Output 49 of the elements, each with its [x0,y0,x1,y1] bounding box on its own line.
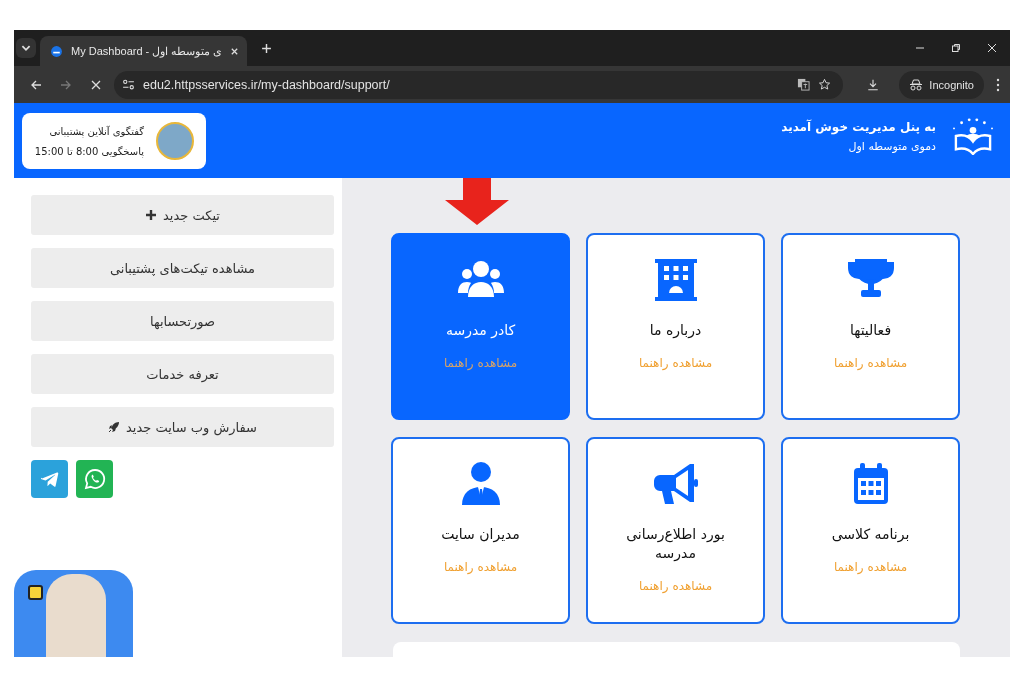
rocket-icon [108,421,120,433]
card-title: مدیران سایت [440,525,521,544]
card-title: کادر مدرسه [444,321,517,340]
card-title: فعالیتها [848,321,893,340]
menu-card[interactable]: بورد اطلاع‌رسانی مدرسه مشاهده راهنما [586,437,765,624]
whatsapp-button[interactable] [76,460,113,498]
support-title: گفتگوی آنلاین پشتیبانی [48,125,144,137]
menu-card[interactable]: مدیران سایت مشاهده راهنما [391,437,570,624]
incognito-button[interactable]: Incognito [899,70,984,99]
card-title: بورد اطلاع‌رسانی مدرسه [625,525,726,563]
menu-card[interactable]: برنامه کلاسی مشاهده راهنما [781,437,960,624]
avatar [156,122,194,160]
incognito-icon [909,77,924,92]
card-title: درباره ما [648,321,703,340]
star-icon[interactable] [818,78,832,91]
back-icon[interactable] [30,78,42,91]
download-icon[interactable] [867,78,880,91]
browser-tab[interactable]: My Dashboard - ی متوسطه اول [40,36,248,66]
tab-list-icon[interactable] [16,38,36,58]
sidebar-button[interactable]: تیکت جدید [31,195,334,235]
sidebar-button[interactable]: صورتحسابها [31,301,334,341]
school-name: دموی متوسطه اول [847,139,936,153]
stop-icon[interactable] [90,78,102,91]
whatsapp-icon [82,467,107,491]
telegram-button[interactable] [31,460,68,498]
sidebar-button[interactable]: سفارش وب سایت جدید [31,407,334,447]
menu-card[interactable]: فعالیتها مشاهده راهنما [781,233,960,420]
down-arrow-icon [445,178,509,225]
forward-icon[interactable] [60,78,72,91]
card-title: برنامه کلاسی [830,525,911,544]
menu-icon[interactable] [996,77,1000,92]
support-hours: پاسخگویی 8:00 تا 15:00 [34,145,144,157]
sidebar-button[interactable]: مشاهده تیکت‌های پشتیبانی [31,248,334,288]
welcome-title: به پنل مدیریت خوش آمدید [781,119,936,134]
megaphone-icon [651,461,700,507]
plus-icon [145,209,158,221]
address-bar[interactable]: edu2.httpsservices.ir/my-dashboard/support/ [114,70,844,99]
support-chat-card[interactable]: گفتگوی آنلاین پشتیبانی پاسخگویی 8:00 تا 15:00 [22,113,206,169]
url-text: edu2.httpsservices.ir/my-dashboard/support/ [143,77,390,92]
menu-card[interactable]: درباره ما مشاهده راهنما [586,233,765,420]
site-settings-icon [122,78,135,91]
translate-icon[interactable] [797,78,811,91]
book-logo-icon [950,117,996,155]
tab-title: My Dashboard - ی متوسطه اول [71,44,223,58]
sidebar-button[interactable]: تعرفه خدمات [31,354,334,394]
new-tab-icon[interactable] [261,42,273,54]
restore-icon[interactable] [951,43,961,53]
favicon-icon [50,44,63,58]
menu-card[interactable]: کادر مدرسه مشاهده راهنما [391,233,570,420]
